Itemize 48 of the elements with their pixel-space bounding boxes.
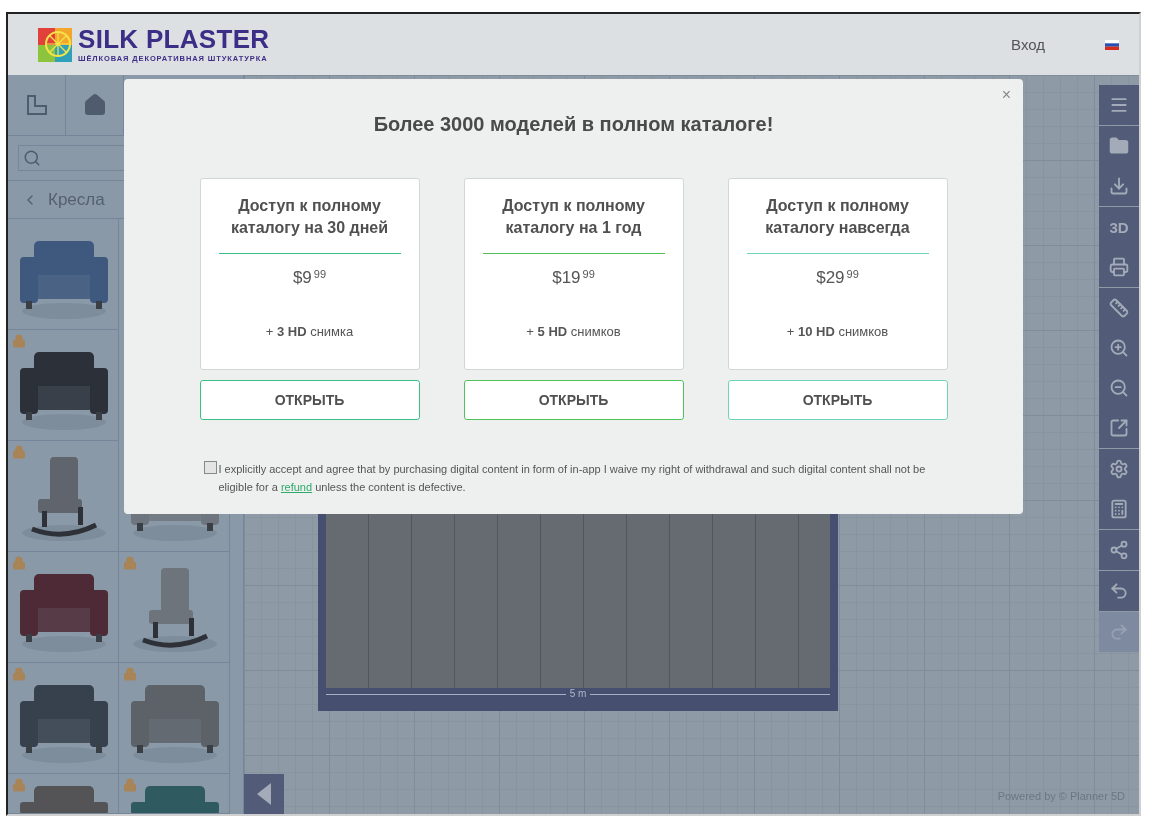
open-button[interactable]: ОТКРЫТЬ	[199, 380, 420, 420]
floor-plan-icon	[25, 94, 48, 116]
open-button[interactable]: ОТКРЫТЬ	[727, 380, 948, 420]
open-button[interactable]: ОТКРЫТЬ	[463, 380, 684, 420]
price-cents: 99	[582, 268, 595, 280]
plan-title: Доступ к полному каталогу навсегда	[764, 196, 911, 238]
triangle-left-icon	[257, 783, 271, 805]
consent-checkbox[interactable]	[203, 461, 217, 474]
search-icon	[23, 149, 41, 167]
home-icon	[82, 93, 107, 117]
dimension-label: 5 m	[569, 689, 587, 699]
close-button[interactable]: ×	[999, 87, 1013, 103]
logo-icon	[38, 27, 72, 62]
plan-price: $29	[816, 268, 845, 288]
lock-icon	[12, 445, 26, 459]
download-icon	[1109, 176, 1129, 196]
plan-price: $9	[292, 268, 312, 288]
zoom-in-icon	[1109, 338, 1129, 358]
zoom-out-icon	[1109, 378, 1129, 398]
back-button[interactable]	[244, 774, 284, 814]
plan-title: Доступ к полному каталогу на 1 год	[501, 196, 646, 238]
plan-bonus: + 10 HD снимков	[786, 324, 889, 339]
plan-price: $19	[552, 268, 581, 288]
external-link-icon	[1109, 418, 1129, 438]
dialog-title: Более 3000 моделей в полном каталоге!	[373, 113, 774, 136]
price-cents: 99	[846, 268, 859, 280]
login-link[interactable]: Вход	[1011, 36, 1045, 53]
lock-icon	[12, 556, 26, 570]
plan-bonus: + 3 HD снимка	[265, 324, 354, 339]
menu-icon	[1109, 95, 1129, 115]
settings-icon	[1109, 459, 1129, 479]
plan-bonus: + 5 HD снимков	[526, 324, 621, 339]
calculator-icon	[1109, 499, 1129, 519]
flag-icon[interactable]	[1105, 39, 1119, 50]
lock-icon	[123, 778, 137, 792]
redo-icon	[1109, 622, 1129, 642]
consent-text: I explicitly accept and agree that by purchasing digital content in form of in-app I waive my right of withdrawal and such digital content shall not be eligible for a refund unless the content is defective.	[218, 462, 927, 495]
lock-icon	[12, 334, 26, 348]
lock-icon	[12, 778, 26, 792]
brand-name: SILK PLASTER	[78, 26, 270, 52]
share-icon	[1109, 540, 1129, 560]
price-cents: 99	[313, 268, 327, 280]
lock-icon	[123, 556, 137, 570]
folder-icon	[1109, 136, 1129, 156]
undo-icon	[1109, 581, 1129, 601]
ruler-icon	[1109, 298, 1129, 318]
printer-icon	[1109, 257, 1129, 277]
plan-title: Доступ к полному каталогу на 30 дней	[229, 196, 390, 238]
